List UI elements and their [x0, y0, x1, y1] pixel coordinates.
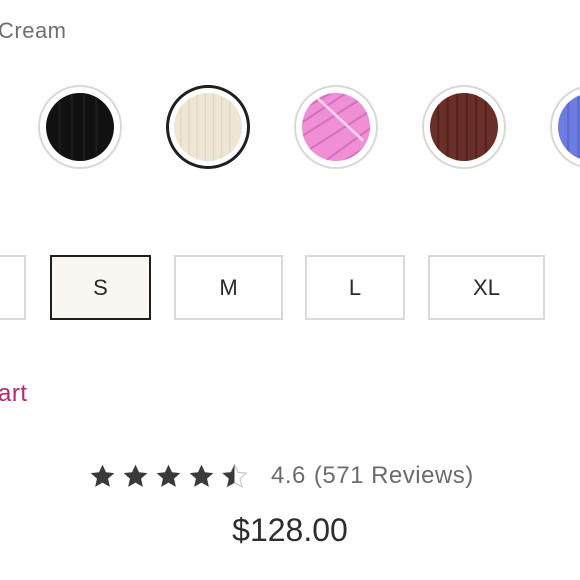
- reviews-count-link[interactable]: (571 Reviews): [314, 462, 474, 490]
- star-icon: [189, 464, 214, 487]
- swatch-cream-fill: [174, 93, 242, 161]
- product-price: $128.00: [232, 512, 348, 548]
- product-options-panel: Cream S M L XL art 4.6 (571 Reviews) $12…: [0, 0, 580, 580]
- rating-row[interactable]: 4.6 (571 Reviews): [88, 456, 474, 496]
- swatch-black-fill: [46, 93, 114, 161]
- swatch-cream[interactable]: [166, 85, 250, 169]
- star-rating: [88, 462, 249, 491]
- selected-color-label: Cream: [0, 18, 67, 43]
- swatch-brown-fill: [430, 93, 498, 161]
- rating-value: 4.6: [271, 462, 306, 489]
- size-label-m: M: [219, 274, 238, 300]
- swatch-periwinkle[interactable]: [550, 85, 580, 169]
- star-icon: [123, 464, 148, 487]
- size-label-l: L: [348, 274, 362, 300]
- size-button-l[interactable]: L: [305, 255, 405, 320]
- half-star-icon: [221, 462, 248, 488]
- swatch-pink-fill: [302, 93, 370, 161]
- swatch-pink[interactable]: [294, 85, 378, 169]
- size-chart-link[interactable]: art: [0, 380, 28, 408]
- swatch-brown[interactable]: [422, 85, 506, 169]
- size-button-xl[interactable]: XL: [428, 255, 545, 320]
- swatch-black[interactable]: [38, 85, 122, 169]
- size-button-partial[interactable]: [0, 255, 26, 320]
- size-label-s: S: [93, 274, 108, 300]
- size-label-xl: XL: [473, 274, 500, 300]
- star-icon: [156, 464, 181, 487]
- star-icon: [90, 464, 115, 487]
- size-button-m[interactable]: M: [174, 255, 283, 320]
- swatch-periwinkle-fill: [558, 93, 580, 161]
- size-button-s[interactable]: S: [50, 255, 151, 320]
